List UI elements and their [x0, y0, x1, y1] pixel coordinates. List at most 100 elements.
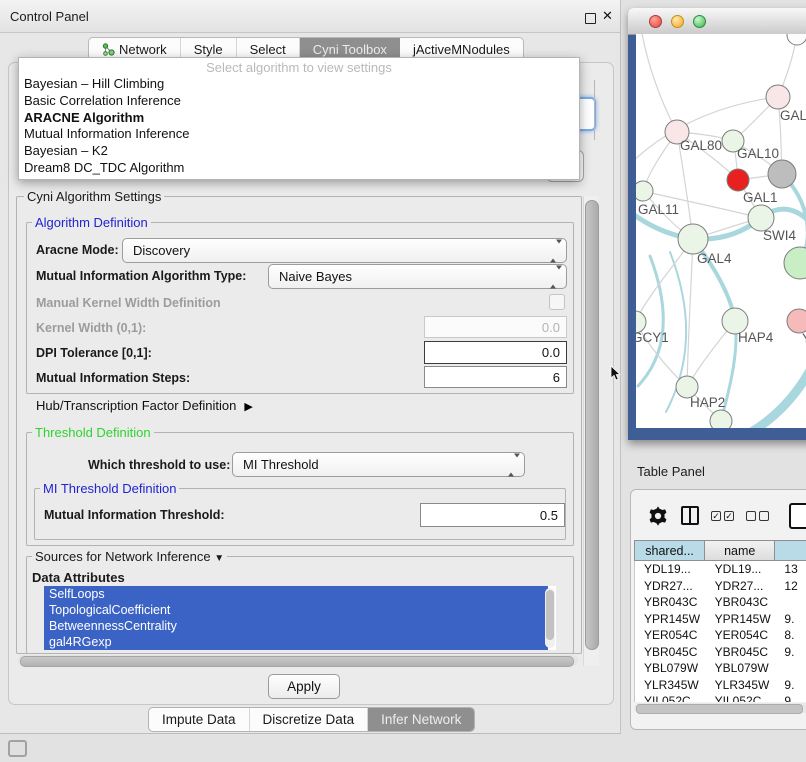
table-cell: 9.: [775, 644, 806, 661]
kernel-width-input[interactable]: 0.0: [424, 316, 567, 338]
table-cell: 9.: [775, 611, 806, 628]
table-hscrollbar-thumb[interactable]: [636, 704, 803, 714]
aracne-mode-select[interactable]: Discovery: [122, 238, 567, 263]
dropdown-item-dream8-dc-tdc-algorithm[interactable]: Dream8 DC_TDC Algorithm: [19, 160, 579, 177]
column-header-col2[interactable]: [775, 540, 806, 561]
manual-kernel-checkbox[interactable]: [549, 294, 565, 310]
mi-steps-input[interactable]: 6: [424, 366, 567, 388]
export-table-icon[interactable]: [789, 503, 806, 529]
dropdown-item-basic-correlation-inference[interactable]: Basic Correlation Inference: [19, 93, 579, 110]
dropdown-item-bayesian-k2[interactable]: Bayesian – K2: [19, 143, 579, 160]
tab-discretize-data[interactable]: Discretize Data: [250, 708, 369, 731]
dropdown-item-aracne-algorithm[interactable]: ARACNE Algorithm: [19, 110, 579, 127]
settings-gear-icon[interactable]: [647, 505, 669, 527]
zoom-traffic-light[interactable]: [693, 15, 706, 28]
network-canvas[interactable]: GALGAL80GAL10GAL1GAL11SWI4GAL4GCY1HAP4YH…: [636, 34, 806, 428]
network-view-window[interactable]: GALGAL80GAL10GAL1GAL11SWI4GAL4GCY1HAP4YH…: [628, 8, 806, 440]
list-item-topologicalcoefficient[interactable]: TopologicalCoefficient: [44, 602, 548, 618]
table-cell: YLR345W: [635, 677, 706, 694]
network-node[interactable]: [710, 410, 732, 428]
hub-definition-expander[interactable]: Hub/Transcription Factor Definition ▶: [36, 398, 253, 413]
sources-group-title[interactable]: Sources for Network Inference ▼: [32, 549, 227, 564]
table-row[interactable]: YBR043CYBR043C: [635, 594, 806, 611]
settings-vscrollbar-thumb[interactable]: [585, 200, 599, 650]
table-cell: YER054C: [706, 627, 776, 644]
network-node-y[interactable]: [787, 309, 806, 333]
table-cell: YBR045C: [635, 644, 706, 661]
node-label-hap4: HAP4: [738, 330, 774, 345]
mi-threshold-input[interactable]: 0.5: [420, 503, 565, 527]
tab-impute-data[interactable]: Impute Data: [149, 708, 250, 731]
network-icon: [102, 43, 115, 56]
which-threshold-select[interactable]: MI Threshold: [232, 452, 525, 477]
dropdown-item-bayesian-hill-climbing[interactable]: Bayesian – Hill Climbing: [19, 76, 579, 93]
show-all-columns-icon[interactable]: ✓ ✓: [711, 511, 734, 521]
close-traffic-light[interactable]: [649, 15, 662, 28]
minimized-panel-icon[interactable]: [8, 740, 27, 757]
network-node-swi4[interactable]: [784, 247, 806, 279]
tab-infer-network[interactable]: Infer Network: [368, 708, 474, 731]
table-row[interactable]: YBL079WYBL079W: [635, 660, 806, 677]
kernel-width-label: Kernel Width (0,1):: [36, 321, 146, 335]
table-row[interactable]: YDR27...YDR27...12: [635, 578, 806, 595]
table-row[interactable]: YLR345WYLR345W9.: [635, 677, 806, 694]
algorithm-definition-title: Algorithm Definition: [32, 215, 151, 230]
table-cell: 9.: [775, 693, 806, 702]
network-node-gal11[interactable]: [636, 181, 653, 201]
network-node[interactable]: [768, 160, 796, 188]
list-item-gal4rgexp[interactable]: gal4RGexp: [44, 634, 548, 650]
tab-label: Select: [250, 42, 286, 57]
column-header-shared[interactable]: shared...: [634, 540, 705, 561]
apply-button[interactable]: Apply: [268, 674, 340, 699]
table-cell: YIL052C: [635, 693, 706, 702]
table-cell: YBL079W: [706, 660, 776, 677]
network-graph: GALGAL80GAL10GAL1GAL11SWI4GAL4GCY1HAP4YH…: [636, 34, 806, 428]
threshold-definition-title: Threshold Definition: [32, 425, 154, 440]
mi-algorithm-type-select[interactable]: Naive Bayes: [268, 264, 567, 289]
list-item-betweennesscentrality[interactable]: BetweennessCentrality: [44, 618, 548, 634]
node-label-gal11: GAL11: [638, 202, 679, 217]
list-item-selfloops[interactable]: SelfLoops: [44, 586, 548, 602]
close-icon[interactable]: ✕: [602, 8, 613, 24]
hub-definition-label: Hub/Transcription Factor Definition: [36, 398, 236, 413]
mi-threshold-label: Mutual Information Threshold:: [44, 508, 225, 522]
table-row[interactable]: YBR045CYBR045C9.: [635, 644, 806, 661]
float-window-icon[interactable]: [585, 13, 596, 24]
node-label-hap2: HAP2: [690, 395, 725, 410]
network-node-gal[interactable]: [766, 85, 790, 109]
table-cell: YIL052C: [706, 693, 776, 702]
node-label-swi4: SWI4: [763, 228, 796, 243]
aracne-mode-label: Aracne Mode:: [36, 243, 119, 257]
table-row[interactable]: YIL052CYIL052C9.: [635, 693, 806, 702]
node-label-gal4: GAL4: [697, 251, 732, 266]
tab-label: jActiveMNodules: [413, 42, 510, 57]
dropdown-item-mutual-information-inference[interactable]: Mutual Information Inference: [19, 126, 579, 143]
collapse-down-icon[interactable]: ▼: [214, 553, 224, 564]
network-node-gal4[interactable]: [678, 224, 708, 254]
tab-label: Cyni Toolbox: [313, 42, 387, 57]
settings-hscrollbar-thumb[interactable]: [20, 656, 574, 667]
table-row[interactable]: YPR145WYPR145W9.: [635, 611, 806, 628]
network-node[interactable]: [727, 169, 749, 191]
node-label-gal80: GAL80: [680, 138, 722, 153]
table-header-row: shared...name: [634, 540, 806, 561]
table-cell: 8.: [775, 627, 806, 644]
table-cell: YBL079W: [635, 660, 706, 677]
minimize-traffic-light[interactable]: [671, 15, 684, 28]
network-window-titlebar[interactable]: [628, 8, 806, 35]
column-header-name[interactable]: name: [705, 540, 775, 561]
combo-arrows-icon: [550, 269, 557, 284]
checked-box-icon: ✓: [724, 511, 734, 521]
table-row[interactable]: YDL19...YDL19...13: [635, 561, 806, 578]
node-label-gcy1: GCY1: [636, 330, 669, 345]
list-scrollbar-thumb[interactable]: [546, 590, 554, 640]
data-attributes-list[interactable]: SelfLoopsTopologicalCoefficientBetweenne…: [44, 586, 556, 650]
column-layout-icon[interactable]: [681, 506, 699, 525]
table-row[interactable]: YER054CYER054C8.: [635, 627, 806, 644]
network-node[interactable]: [787, 34, 806, 45]
list-scrollbar[interactable]: [545, 588, 555, 648]
hide-all-columns-icon[interactable]: [746, 511, 769, 521]
table-cell: YBR043C: [635, 594, 706, 611]
dpi-tolerance-input[interactable]: 0.0: [424, 341, 567, 364]
expand-right-icon[interactable]: ▶: [244, 401, 252, 413]
